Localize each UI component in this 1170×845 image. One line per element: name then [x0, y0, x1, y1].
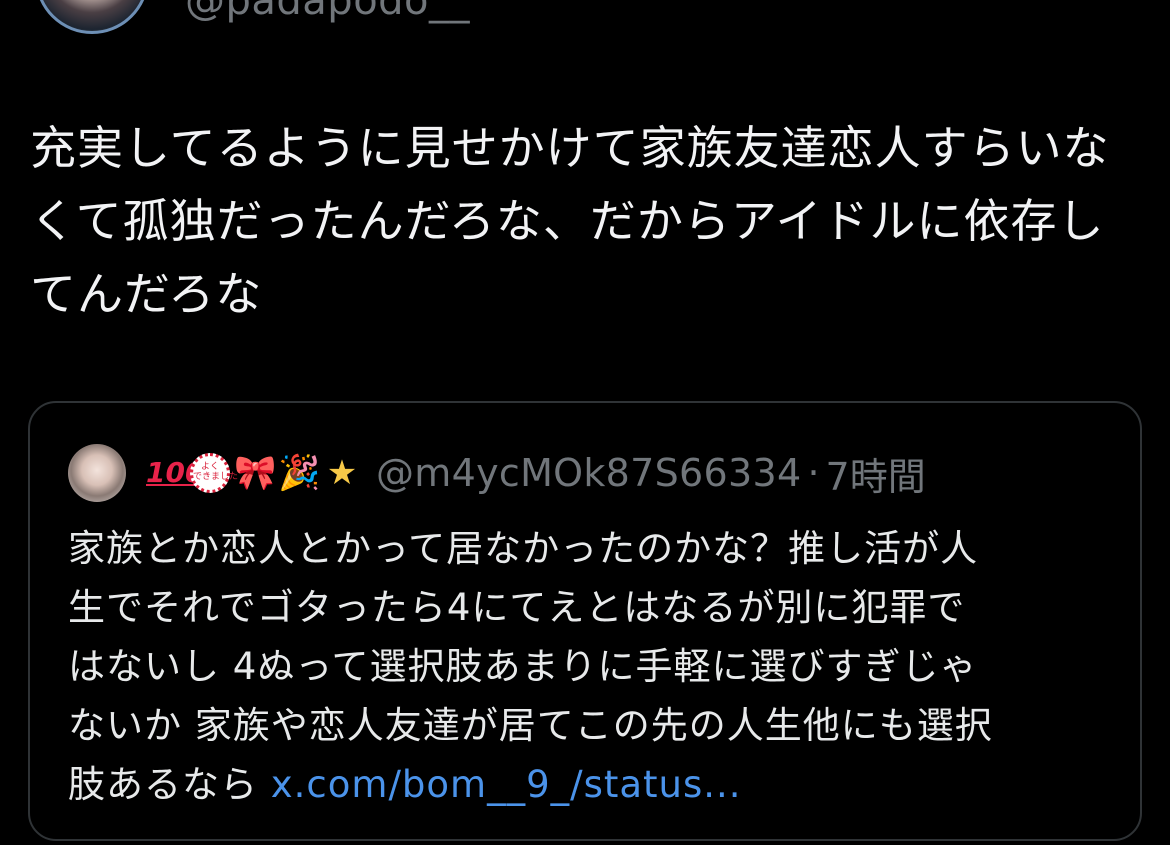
author-handle[interactable]: @padapodo__ [185, 0, 470, 24]
separator-dot: · [807, 451, 820, 495]
hundred-points-icon: 100 [146, 456, 205, 489]
party-popper-icon: 🎉 [278, 453, 321, 493]
quoted-tweet-text: 家族とか恋人とかって居なかったのかな？推し活が人 生でそれでゴタったら4にてえと… [68, 519, 1108, 814]
tweet-text: 充実してるように見せかけて家族友達恋人すらいな くて孤独だったんだろな、だからア… [30, 121, 1110, 321]
quoted-author-avatar[interactable] [68, 444, 126, 502]
star-icon: ★ [326, 453, 358, 493]
author-avatar[interactable] [35, 0, 149, 34]
quoted-tweet-card[interactable]: 100 よく できました 🎀 🎉 ★ @m4ycMOk87S66334 · 7時間… [28, 401, 1142, 841]
quoted-timestamp[interactable]: 7時間 [826, 446, 926, 501]
ribbon-icon: 🎀 [234, 453, 277, 493]
quoted-link[interactable]: x.com/bom__9_/status... [271, 763, 742, 806]
quoted-tweet-header: 100 よく できました 🎀 🎉 ★ @m4ycMOk87S66334 · 7時間 [68, 443, 926, 503]
quoted-author-handle[interactable]: @m4ycMOk87S66334 [376, 451, 801, 495]
stamp-badge-icon: よく できました [190, 453, 238, 493]
